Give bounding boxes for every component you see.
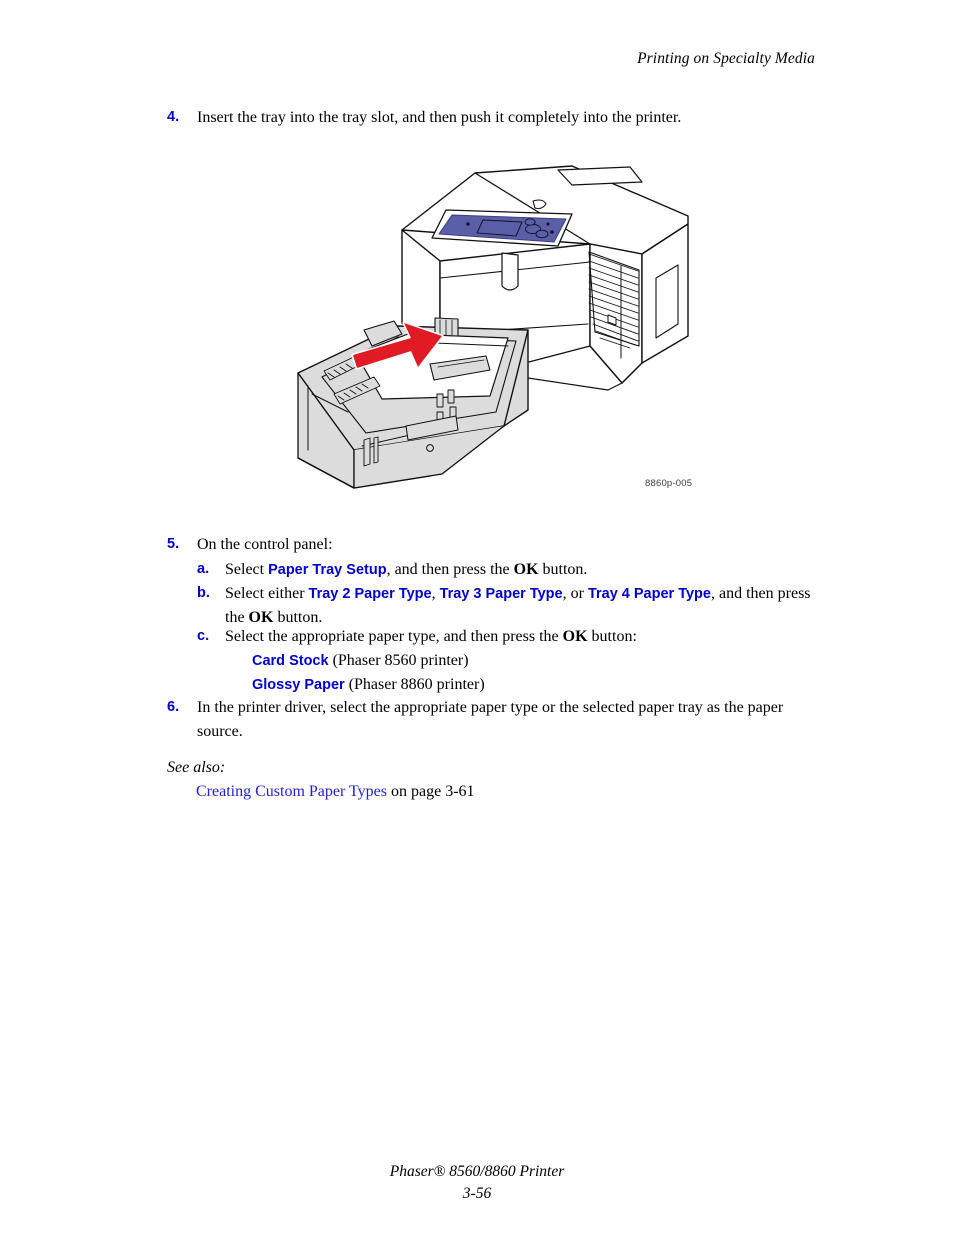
step-6-text: In the printer driver, select the approp… xyxy=(197,699,784,741)
step-4-number: 4. xyxy=(167,109,180,125)
glossy-paper-note: (Phaser 8860 printer) xyxy=(344,676,485,693)
substep-c-prefix: Select the appropriate paper type, and t… xyxy=(225,628,563,645)
control-panel-button-2 xyxy=(535,229,549,239)
step-4: 4. Insert the tray into the tray slot, a… xyxy=(167,106,827,130)
menu-item-tray-2-paper-type[interactable]: Tray 2 Paper Type xyxy=(309,586,432,602)
substep-a-letter: a. xyxy=(197,561,210,577)
see-also-reference: Creating Custom Paper Types on page 3-61 xyxy=(196,783,475,801)
substep-b-letter: b. xyxy=(197,585,210,601)
menu-item-paper-tray-setup[interactable]: Paper Tray Setup xyxy=(268,562,386,578)
document-page: Printing on Specialty Media 4. Insert th… xyxy=(0,0,954,1235)
step-4-text: Insert the tray into the tray slot, and … xyxy=(197,109,682,126)
card-stock-note: (Phaser 8560 printer) xyxy=(328,652,469,669)
figure-caption: 8860p-005 xyxy=(645,478,693,489)
substep-b-text: Select either Tray 2 Paper Type, Tray 3 … xyxy=(225,582,827,631)
cross-reference-link[interactable]: Creating Custom Paper Types xyxy=(196,783,387,800)
see-also-label: See also: xyxy=(167,759,226,776)
substep-c-suffix: button: xyxy=(587,628,637,645)
ok-button-label[interactable]: OK xyxy=(563,628,588,645)
footer-page-number: 3-56 xyxy=(462,1185,492,1202)
substep-a-text: Select Paper Tray Setup, and then press … xyxy=(225,558,587,582)
step-5-number: 5. xyxy=(167,536,180,552)
ok-button-label[interactable]: OK xyxy=(249,609,274,626)
substep-b: b. Select either Tray 2 Paper Type, Tray… xyxy=(197,582,827,631)
substep-a-suffix: button. xyxy=(538,561,588,578)
substep-b-separator-1: , xyxy=(431,585,440,602)
substep-a: a. Select Paper Tray Setup, and then pre… xyxy=(197,558,827,582)
printer-right-side xyxy=(589,243,643,384)
step-6: 6. In the printer driver, select the app… xyxy=(167,696,807,745)
substep-c-letter: c. xyxy=(197,628,210,644)
menu-item-card-stock[interactable]: Card Stock xyxy=(252,653,329,669)
step-6-number: 6. xyxy=(167,699,180,715)
substep-c: c. Select the appropriate paper type, an… xyxy=(197,625,827,649)
substep-b-prefix: Select either xyxy=(225,585,309,602)
substep-c-text: Select the appropriate paper type, and t… xyxy=(225,625,637,649)
footer-product-name: Phaser® 8560/8860 Printer xyxy=(389,1163,565,1180)
menu-item-glossy-paper[interactable]: Glossy Paper xyxy=(252,677,345,693)
menu-item-tray-4-paper-type[interactable]: Tray 4 Paper Type xyxy=(588,586,711,602)
paper-type-option-card-stock: Card Stock (Phaser 8560 printer) xyxy=(252,649,469,673)
substep-b-separator-2: , or xyxy=(562,585,588,602)
control-panel-display xyxy=(476,219,523,237)
ok-button-label[interactable]: OK xyxy=(514,561,539,578)
printer-tray-illustration xyxy=(290,158,702,503)
substep-b-suffix: button. xyxy=(273,609,323,627)
paper-type-option-glossy-paper: Glossy Paper (Phaser 8860 printer) xyxy=(252,673,485,697)
step-5: 5. On the control panel: xyxy=(167,533,827,557)
substep-a-middle: , and then press the xyxy=(386,561,514,578)
menu-item-tray-3-paper-type[interactable]: Tray 3 Paper Type xyxy=(440,586,563,602)
control-panel-button-3 xyxy=(524,218,536,226)
cross-reference-page: on page 3-61 xyxy=(387,783,475,800)
substep-a-prefix: Select xyxy=(225,561,269,578)
running-header: Printing on Specialty Media xyxy=(637,50,815,67)
step-5-text: On the control panel: xyxy=(197,536,333,553)
